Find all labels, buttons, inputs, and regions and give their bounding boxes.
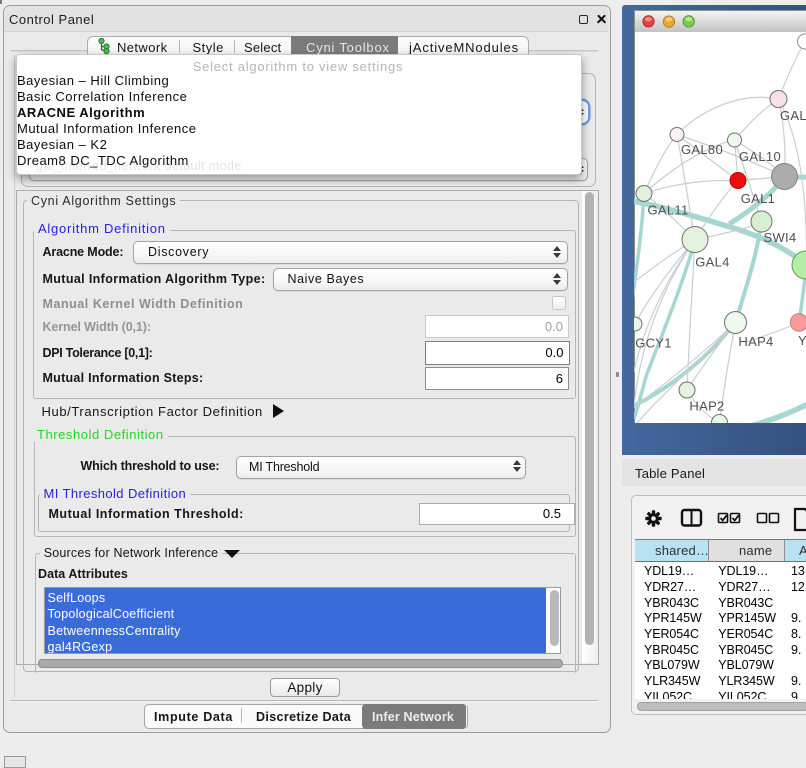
svg-text:GAL2: GAL2 bbox=[780, 108, 806, 123]
svg-text:GAL80: GAL80 bbox=[681, 142, 723, 157]
svg-text:GAL11: GAL11 bbox=[647, 202, 688, 217]
svg-text:SWI4: SWI4 bbox=[764, 230, 797, 245]
svg-text:YM: YM bbox=[798, 333, 806, 348]
svg-text:GCY1: GCY1 bbox=[635, 335, 672, 350]
svg-text:GAL4: GAL4 bbox=[695, 254, 729, 269]
svg-text:HAP2: HAP2 bbox=[689, 398, 724, 413]
svg-text:HAP4: HAP4 bbox=[738, 334, 773, 349]
svg-text:GAL10: GAL10 bbox=[739, 149, 781, 164]
svg-text:GAL1: GAL1 bbox=[741, 191, 775, 206]
